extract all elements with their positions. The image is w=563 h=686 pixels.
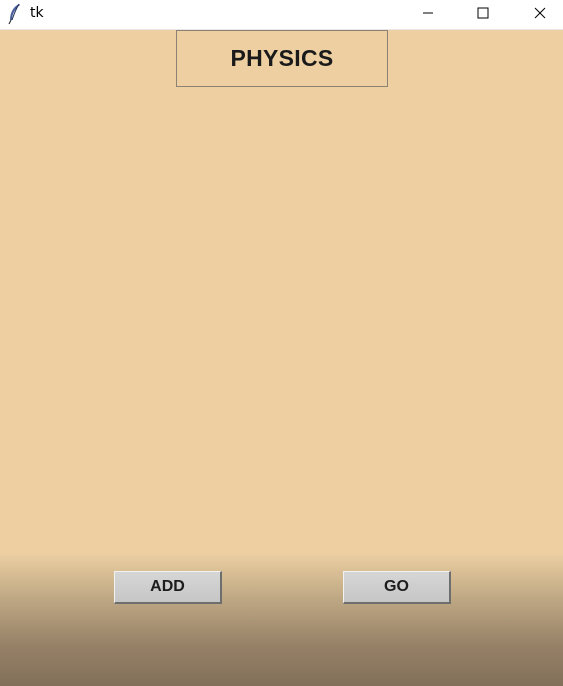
title-bar[interactable]: tk: [0, 0, 563, 30]
window-title: tk: [30, 5, 44, 21]
close-button[interactable]: [517, 0, 563, 30]
close-icon: [534, 6, 546, 24]
subject-label: PHYSICS: [176, 30, 388, 87]
app-window: tk PHYSICS ADD GO: [0, 0, 563, 686]
minimize-button[interactable]: [405, 0, 451, 30]
bottom-shade: [0, 553, 563, 686]
maximize-button[interactable]: [460, 0, 506, 30]
go-button[interactable]: GO: [343, 571, 451, 604]
feather-icon: [6, 3, 24, 25]
minimize-icon: [422, 6, 434, 24]
add-button[interactable]: ADD: [114, 571, 222, 604]
maximize-icon: [477, 6, 489, 24]
